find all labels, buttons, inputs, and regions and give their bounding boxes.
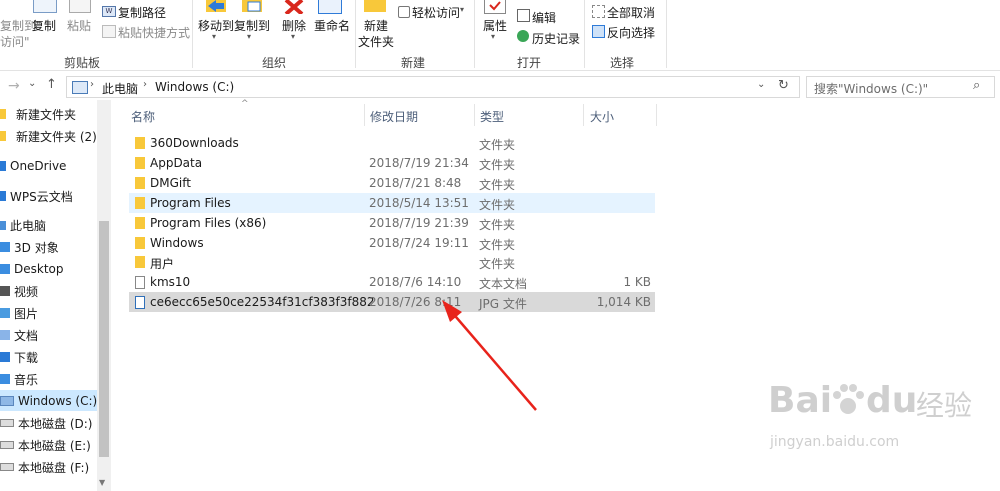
watermark-url: jingyan.baidu.com [770, 434, 900, 450]
paw-icon [833, 384, 864, 414]
watermark-brand-2: du [866, 380, 918, 421]
watermark-cn: 经验 [916, 389, 973, 422]
watermark-brand: Bai [768, 380, 833, 421]
